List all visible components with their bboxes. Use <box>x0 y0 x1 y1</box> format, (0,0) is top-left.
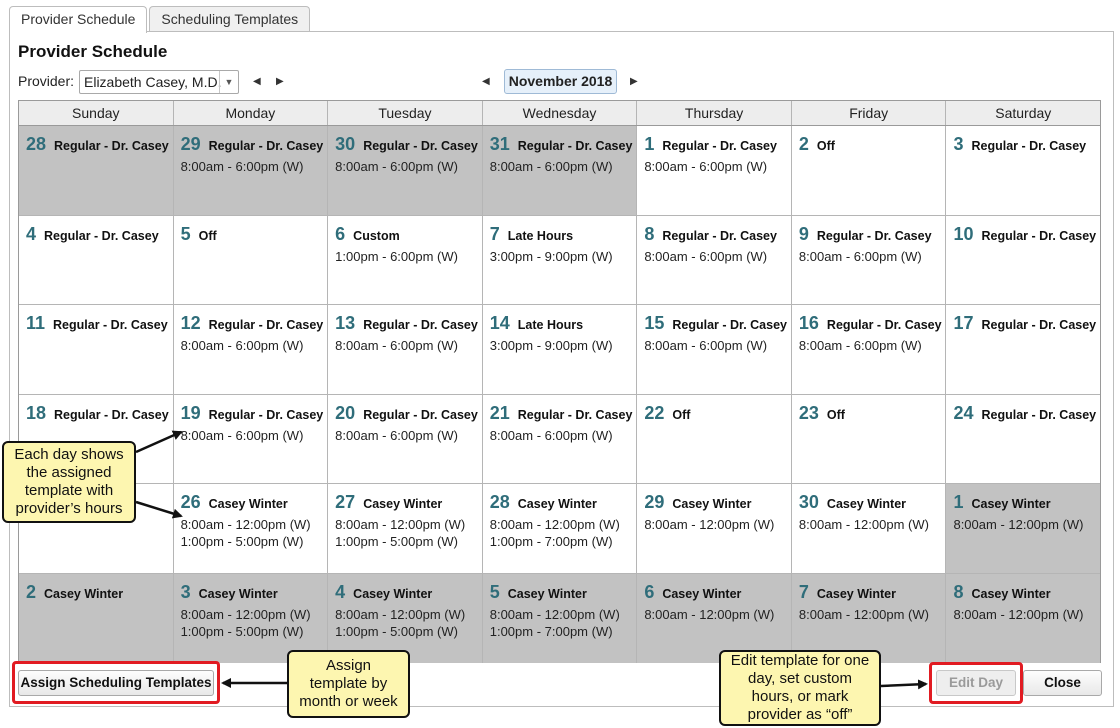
tab-provider-schedule[interactable]: Provider Schedule <box>9 6 148 33</box>
callout-arrows <box>135 430 928 690</box>
arrow-to-day-hours <box>135 500 183 519</box>
arrow-to-day-cell <box>135 430 183 454</box>
arrow-to-edit-day-button <box>880 679 928 690</box>
